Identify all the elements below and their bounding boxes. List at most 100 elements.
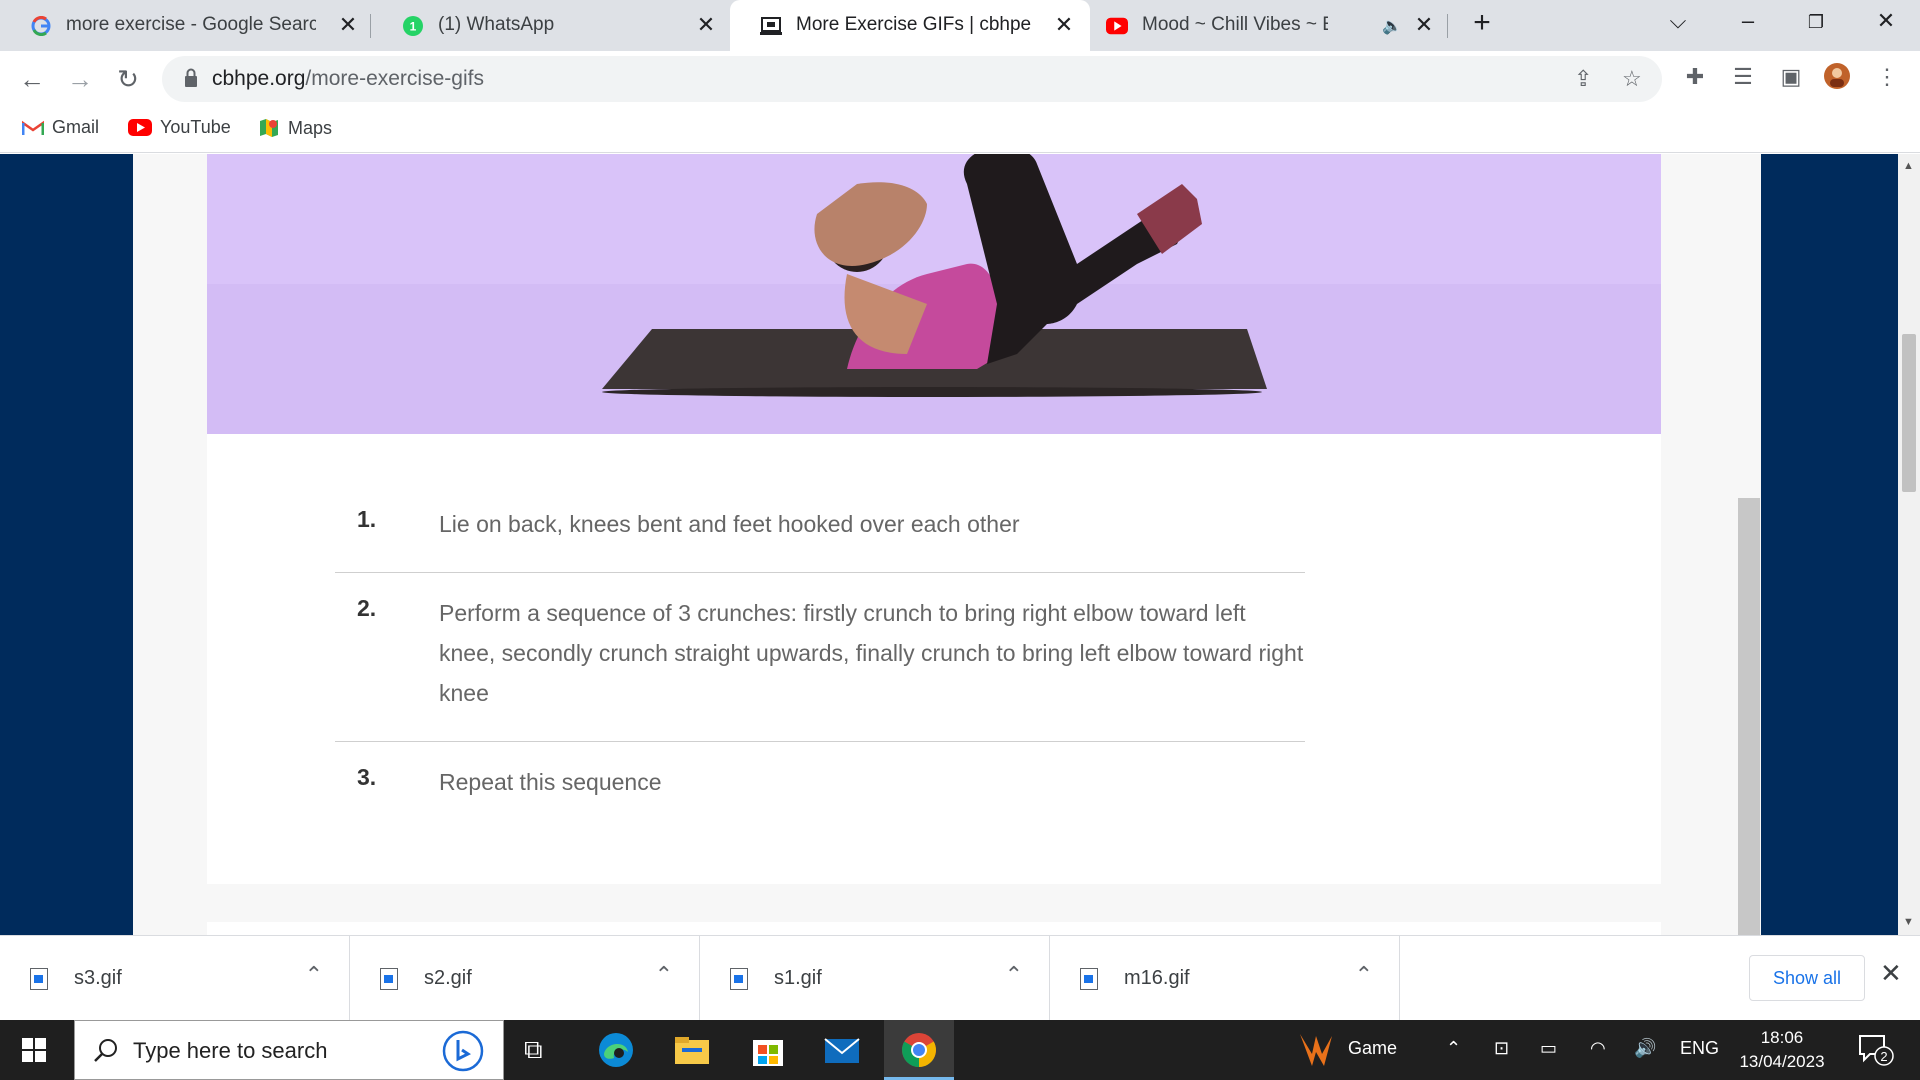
address-bar[interactable]: cbhpe.org/more-exercise-gifs ⇪ ☆ bbox=[162, 56, 1662, 102]
chevron-up-icon[interactable]: ⌃ bbox=[1446, 1038, 1461, 1059]
clock[interactable]: 18:06 13/04/2023 bbox=[1722, 1026, 1842, 1074]
clock-time: 18:06 bbox=[1760, 1028, 1804, 1047]
wifi-icon[interactable]: ◠ bbox=[1590, 1038, 1606, 1059]
lock-icon bbox=[185, 68, 197, 87]
tab-separator bbox=[370, 14, 371, 38]
bookmark-gmail[interactable]: Gmail bbox=[22, 117, 99, 138]
close-tab-icon[interactable]: ✕ bbox=[1052, 12, 1076, 38]
step-number: 1. bbox=[357, 506, 377, 532]
tab-title: more exercise - Google Search bbox=[66, 14, 316, 35]
whatsapp-badge: 1 bbox=[410, 20, 417, 34]
game-widget-icon[interactable] bbox=[1296, 1032, 1336, 1070]
tab-whatsapp[interactable]: 1 (1) WhatsApp ✕ bbox=[372, 0, 730, 51]
speaker-muted-icon[interactable]: 🔈 bbox=[1380, 16, 1404, 36]
game-label[interactable]: Game bbox=[1348, 1038, 1397, 1059]
download-item[interactable]: s1.gif ⌃ bbox=[700, 936, 1050, 1021]
bookmark-star-icon[interactable]: ☆ bbox=[1622, 66, 1642, 92]
notification-center-icon[interactable]: 2 bbox=[1858, 1034, 1894, 1066]
screen: more exercise - Google Search ✕ 1 (1) Wh… bbox=[0, 0, 1920, 1080]
meet-now-icon[interactable]: ⊡ bbox=[1494, 1038, 1509, 1059]
exercise-gif bbox=[207, 154, 1661, 434]
youtube-icon bbox=[1106, 15, 1128, 37]
bookmark-label: Gmail bbox=[52, 117, 100, 137]
file-explorer-icon[interactable] bbox=[672, 1030, 712, 1070]
step-item: 1. Lie on back, knees bent and feet hook… bbox=[335, 484, 1305, 573]
profile-avatar[interactable] bbox=[1822, 62, 1852, 96]
download-item[interactable]: m16.gif ⌃ bbox=[1050, 936, 1400, 1021]
close-tab-icon[interactable]: ✕ bbox=[1412, 12, 1436, 38]
bookmark-maps[interactable]: Maps bbox=[258, 117, 332, 139]
chevron-up-icon[interactable]: ⌃ bbox=[1005, 962, 1023, 988]
taskbar-search-box[interactable]: Type here to search bbox=[74, 1020, 504, 1080]
new-tab-button[interactable]: + bbox=[1462, 6, 1502, 40]
url-path: /more-exercise-gifs bbox=[305, 67, 484, 90]
downloads-bar: s3.gif ⌃ s2.gif ⌃ s1.gif ⌃ m16.gif ⌃ Sho… bbox=[0, 935, 1920, 1021]
scroll-up-arrow-icon[interactable]: ▲ bbox=[1903, 160, 1914, 172]
download-filename: s3.gif bbox=[74, 967, 122, 989]
task-view-icon[interactable]: ⧉ bbox=[524, 1034, 543, 1066]
bookmarks-bar: Gmail YouTube Maps bbox=[0, 107, 1920, 153]
bookmark-youtube[interactable]: YouTube bbox=[128, 117, 231, 138]
step-text: Repeat this sequence bbox=[439, 769, 662, 795]
tab-google-search[interactable]: more exercise - Google Search ✕ bbox=[0, 0, 365, 51]
gmail-icon bbox=[22, 120, 44, 135]
close-downloads-icon[interactable]: ✕ bbox=[1880, 958, 1902, 989]
media-queue-icon[interactable]: ☰ bbox=[1728, 64, 1758, 90]
maps-icon bbox=[260, 119, 278, 137]
download-filename: s1.gif bbox=[774, 967, 822, 989]
scroll-down-arrow-icon[interactable]: ▼ bbox=[1903, 916, 1914, 928]
tab-more-exercise-gifs[interactable]: More Exercise GIFs | cbhpe ✕ bbox=[730, 0, 1090, 51]
chrome-taskbar-button[interactable] bbox=[884, 1020, 954, 1080]
tab-title: More Exercise GIFs | cbhpe bbox=[796, 14, 1032, 35]
close-tab-icon[interactable]: ✕ bbox=[694, 12, 718, 38]
youtube-icon bbox=[128, 119, 152, 136]
microsoft-store-icon[interactable] bbox=[748, 1030, 788, 1070]
reload-icon[interactable]: ↻ bbox=[112, 63, 144, 95]
close-tab-icon[interactable]: ✕ bbox=[336, 12, 360, 38]
language-indicator[interactable]: ENG bbox=[1680, 1038, 1719, 1059]
gif-file-icon bbox=[1080, 968, 1098, 990]
download-item[interactable]: s3.gif ⌃ bbox=[0, 936, 350, 1021]
battery-icon[interactable]: ▭ bbox=[1540, 1038, 1557, 1059]
download-filename: m16.gif bbox=[1124, 967, 1190, 989]
crunch-exercise-illustration bbox=[207, 154, 1661, 434]
show-all-button[interactable]: Show all bbox=[1749, 955, 1865, 1001]
back-arrow-icon[interactable]: ← bbox=[16, 63, 48, 95]
download-item[interactable]: s2.gif ⌃ bbox=[350, 936, 700, 1021]
minimize-icon[interactable]: – bbox=[1728, 8, 1768, 34]
edge-icon[interactable] bbox=[596, 1030, 636, 1070]
restore-icon[interactable]: ❐ bbox=[1796, 12, 1836, 33]
windows-start-icon[interactable] bbox=[22, 1038, 46, 1062]
browser-toolbar: ← → ↻ cbhpe.org/more-exercise-gifs ⇪ ☆ bbox=[0, 51, 1920, 107]
side-panel-icon[interactable]: ▣ bbox=[1776, 64, 1806, 90]
volume-icon[interactable]: 🔊 bbox=[1634, 1038, 1656, 1059]
page-content-column: 1. Lie on back, knees bent and feet hook… bbox=[133, 154, 1761, 935]
inner-scrollbar-thumb[interactable] bbox=[1738, 498, 1760, 935]
share-icon[interactable]: ⇪ bbox=[1574, 66, 1592, 92]
menu-kebab-icon[interactable]: ⋮ bbox=[1872, 64, 1902, 90]
download-filename: s2.gif bbox=[424, 967, 472, 989]
step-item: 3. Repeat this sequence bbox=[335, 742, 1305, 830]
extensions-puzzle-icon[interactable]: ✚ bbox=[1680, 64, 1710, 90]
tab-search-chevron-icon[interactable]: ⌵ bbox=[1658, 8, 1698, 34]
url-text: cbhpe.org/more-exercise-gifs bbox=[212, 67, 484, 91]
gif-file-icon bbox=[380, 968, 398, 990]
close-window-icon[interactable]: ✕ bbox=[1866, 8, 1906, 34]
tab-title: (1) WhatsApp bbox=[438, 14, 555, 35]
scrollbar-thumb[interactable] bbox=[1902, 334, 1916, 492]
step-number: 3. bbox=[357, 764, 377, 790]
chevron-up-icon[interactable]: ⌃ bbox=[305, 962, 323, 988]
tab-youtube-mood[interactable]: Mood ~ Chill Vibes ~ English 🔈 ✕ bbox=[1090, 0, 1450, 51]
step-text: Perform a sequence of 3 crunches: firstl… bbox=[439, 600, 1304, 706]
windows-taskbar: Type here to search ⧉ Game ⌃ ⊡ ▭ ◠ 🔊 ENG… bbox=[0, 1020, 1920, 1080]
mail-icon[interactable] bbox=[822, 1030, 862, 1070]
chevron-up-icon[interactable]: ⌃ bbox=[1355, 962, 1373, 988]
page-scrollbar[interactable]: ▲ ▼ bbox=[1898, 154, 1920, 935]
bing-icon[interactable] bbox=[441, 1029, 485, 1073]
google-icon bbox=[30, 15, 52, 37]
url-host: cbhpe.org bbox=[212, 67, 306, 90]
next-card bbox=[207, 922, 1661, 935]
chevron-up-icon[interactable]: ⌃ bbox=[655, 962, 673, 988]
forward-arrow-icon[interactable]: → bbox=[64, 63, 96, 95]
tab-title: Mood ~ Chill Vibes ~ English bbox=[1142, 14, 1328, 35]
